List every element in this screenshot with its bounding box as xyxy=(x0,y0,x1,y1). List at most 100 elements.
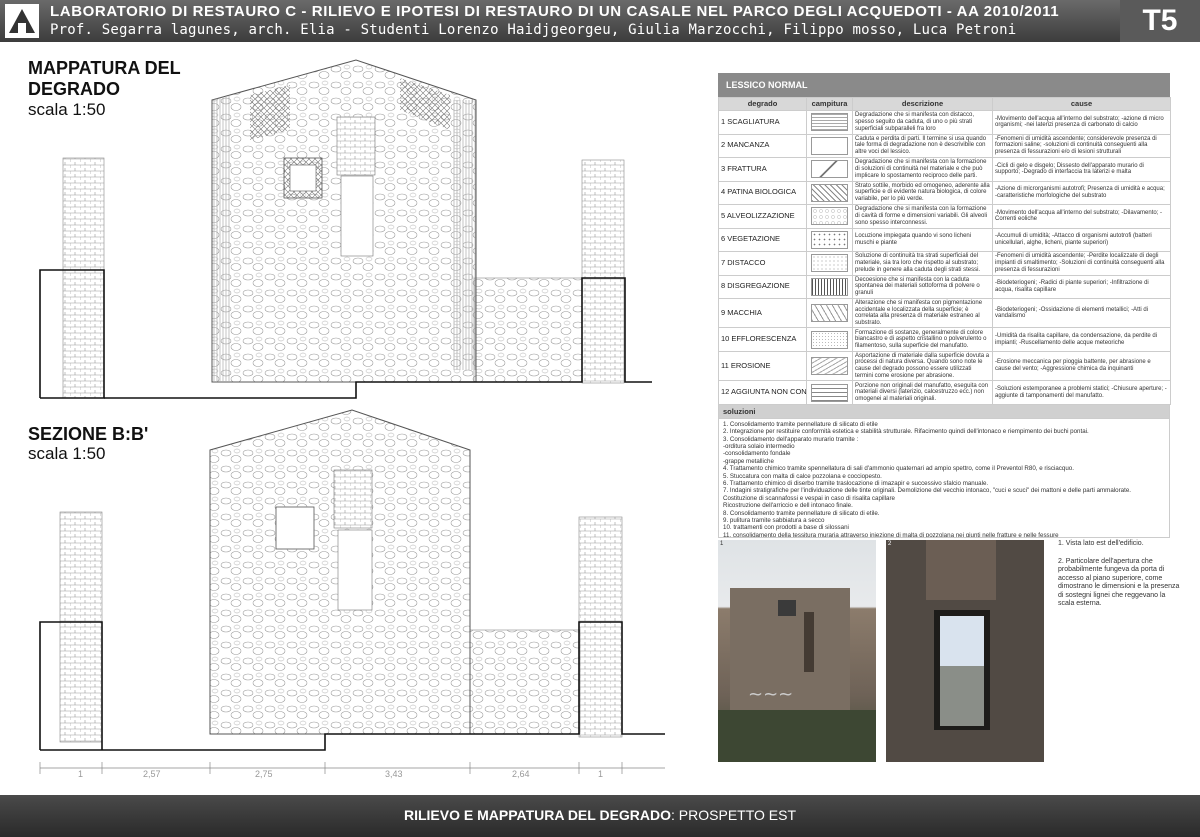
hatch-pattern xyxy=(811,230,848,249)
campitura-swatch xyxy=(806,110,853,135)
legend-row: 12 AGGIUNTA NON CONGRUA Porzione non orig… xyxy=(718,380,1171,405)
solution-item: -orditura solaio intermedio xyxy=(723,442,795,450)
degrado-name: 8 DISGREGAZIONE xyxy=(718,274,807,299)
cause-text: -Movimento dell'acqua all'interno del su… xyxy=(992,110,1171,135)
legend-title: LESSICO NORMAL xyxy=(718,73,1170,97)
legend-row: 7 DISTACCO Soluzione di continuità tra st… xyxy=(718,251,1171,276)
solution-item: 3. Consolidamento dell'apparato murario … xyxy=(723,435,859,443)
legend-row: 1 SCAGLIATURA Degradazione che si manifes… xyxy=(718,110,1171,135)
legend-row: 6 VEGETAZIONE Locuzione impiegata quando … xyxy=(718,227,1171,252)
descrizione-text: Alterazione che si manifesta con pigment… xyxy=(852,297,993,329)
cause-text: -Cicli di gelo e disgelo; Dissesto dell'… xyxy=(992,157,1171,182)
legend-header-row: degrado campitura descrizione cause xyxy=(718,97,1171,111)
dim-label: 3,43 xyxy=(385,769,403,779)
cause-text: -Fenomeni di umidità ascendente; -Perdit… xyxy=(992,251,1171,276)
brick-infill xyxy=(336,116,376,176)
descrizione-text: Decoesione che si manifesta con la cadut… xyxy=(852,274,993,299)
footer-title: RILIEVO E MAPPATURA DEL DEGRADO xyxy=(403,807,672,823)
photo-captions: 1. Vista lato est dell'edificio. 2. Part… xyxy=(1058,540,1183,609)
degrado-name: 9 MACCHIA xyxy=(718,297,807,329)
legend-row: 9 MACCHIA Alterazione che si manifesta co… xyxy=(718,297,1171,329)
dim-label: 2,64 xyxy=(512,769,530,779)
elevation-drawings: 1 2,57 2,75 3,43 2,64 1 xyxy=(39,59,665,779)
hatch-pattern xyxy=(811,254,848,273)
descrizione-text: Degradazione che si manifesta con la for… xyxy=(852,204,993,229)
legend-row: 10 EFFLORESCENZA Formazione di sostanze, … xyxy=(718,327,1171,352)
degrado-name: 12 AGGIUNTA NON CONGRUA xyxy=(718,380,807,405)
left-pier xyxy=(62,157,105,399)
descrizione-text: Soluzione di continuità tra strati super… xyxy=(852,251,993,276)
section-left-pier xyxy=(59,511,103,743)
door-opening xyxy=(340,175,374,257)
caption-1: 1. Vista lato est dell'edificio. xyxy=(1058,540,1144,547)
caption-2: 2. Particolare dell'apertura che probabi… xyxy=(1058,557,1180,608)
descrizione-text: Porzione non originali del manufatto, es… xyxy=(852,380,993,405)
cause-text: -Biodeteriogeni; -Radici di piante super… xyxy=(992,274,1171,299)
photo-number: 2 xyxy=(888,541,892,547)
degradation-map-drawing xyxy=(39,59,652,399)
campitura-swatch xyxy=(806,327,853,352)
hatch-pattern xyxy=(811,330,848,349)
solution-item: 7. Indagini stratigrafiche per l'individ… xyxy=(723,487,1131,502)
descrizione-text: Asportazione di materiale dalla superfic… xyxy=(852,350,993,382)
descrizione-text: Degradazione che si manifesta con distac… xyxy=(852,110,993,135)
degrado-name: 3 FRATTURA xyxy=(718,157,807,182)
cause-text: -Soluzioni estemporanee a problemi stati… xyxy=(992,380,1171,405)
section-brick-infill xyxy=(333,469,373,529)
campitura-swatch xyxy=(806,204,853,229)
photo-doorway xyxy=(886,540,1044,762)
hatch-pattern xyxy=(811,277,848,296)
campitura-swatch xyxy=(806,251,853,276)
hatch-pattern xyxy=(811,113,848,132)
solution-item: -consolidamento fondale xyxy=(723,450,791,458)
hatch-right xyxy=(452,100,476,370)
section-door xyxy=(337,529,373,611)
hatch-pattern xyxy=(811,304,848,323)
col-header: degrado xyxy=(718,97,807,111)
legend-row: 3 FRATTURA Degradazione che si manifesta … xyxy=(718,157,1171,182)
campitura-swatch xyxy=(806,180,853,205)
campitura-swatch xyxy=(806,157,853,182)
photo-number: 1 xyxy=(720,541,724,547)
section-drawing xyxy=(39,409,665,751)
campitura-swatch xyxy=(806,227,853,252)
legend-row: 11 EROSIONE Asportazione di materiale dal… xyxy=(718,350,1171,382)
descrizione-text: Formazione di sostanze, generalmente di … xyxy=(852,327,993,352)
cause-text: -Accumuli di umidità; -Attacco di organi… xyxy=(992,227,1171,252)
right-pier xyxy=(581,159,625,384)
dim-label: 1 xyxy=(598,769,603,779)
solution-item: 9. pulitura tramite sabbiatura a secco xyxy=(723,517,825,525)
footer-subtitle: : PROSPETTO EST xyxy=(671,807,797,823)
dimension-line: 1 2,57 2,75 3,43 2,64 1 xyxy=(39,762,665,779)
section-window xyxy=(275,506,315,550)
sheet-tag: T5 xyxy=(1120,0,1200,42)
photo-east-view: ~~~ xyxy=(718,540,876,762)
solutions-list: 1. Consolidamento tramite pennellature d… xyxy=(718,418,1170,538)
degrado-name: 6 VEGETAZIONE xyxy=(718,227,807,252)
solution-item: Ricostruzione dell'arriccio e dell inton… xyxy=(723,502,853,510)
descrizione-text: Caduta e perdita di parti. Il termine si… xyxy=(852,133,993,158)
degrado-name: 10 EFFLORESCENZA xyxy=(718,327,807,352)
solution-item: 1. Consolidamento tramite pennellature d… xyxy=(723,420,878,428)
solution-item: 10. trattamenti con prodotti a base di s… xyxy=(723,524,849,532)
hatch-pattern xyxy=(811,160,848,179)
legend-row: 8 DISGREGAZIONE Decoesione che si manifes… xyxy=(718,274,1171,299)
dim-label: 2,75 xyxy=(255,769,273,779)
campitura-swatch xyxy=(806,297,853,329)
dim-label: 1 xyxy=(78,769,83,779)
cause-text: -Fenomeni di umidità ascendente; conside… xyxy=(992,133,1171,158)
solution-item: 6. Trattamento chimico di diserbo tramit… xyxy=(723,480,989,487)
descrizione-text: Degradazione che si manifesta con la for… xyxy=(852,157,993,182)
descrizione-text: Locuzione impiegata quando vi sono liche… xyxy=(852,227,993,252)
solution-item: -grappe metalliche xyxy=(723,457,774,465)
degrado-name: 2 MANCANZA xyxy=(718,133,807,158)
hatch-pattern xyxy=(811,357,848,376)
window-opening xyxy=(289,164,317,192)
solution-item: 2. Integrazione per restituire conformit… xyxy=(723,428,1089,436)
legend-row: 4 PATINA BIOLOGICA Strato sottile, morbid… xyxy=(718,180,1171,205)
legend-row: 2 MANCANZA Caduta e perdita di parti. Il … xyxy=(718,133,1171,158)
degrado-name: 5 ALVEOLIZZAZIONE xyxy=(718,204,807,229)
col-header: descrizione xyxy=(852,97,993,111)
hatch-pattern xyxy=(811,136,848,155)
cause-text: -Erosione meccanica per pioggia battente… xyxy=(992,350,1171,382)
